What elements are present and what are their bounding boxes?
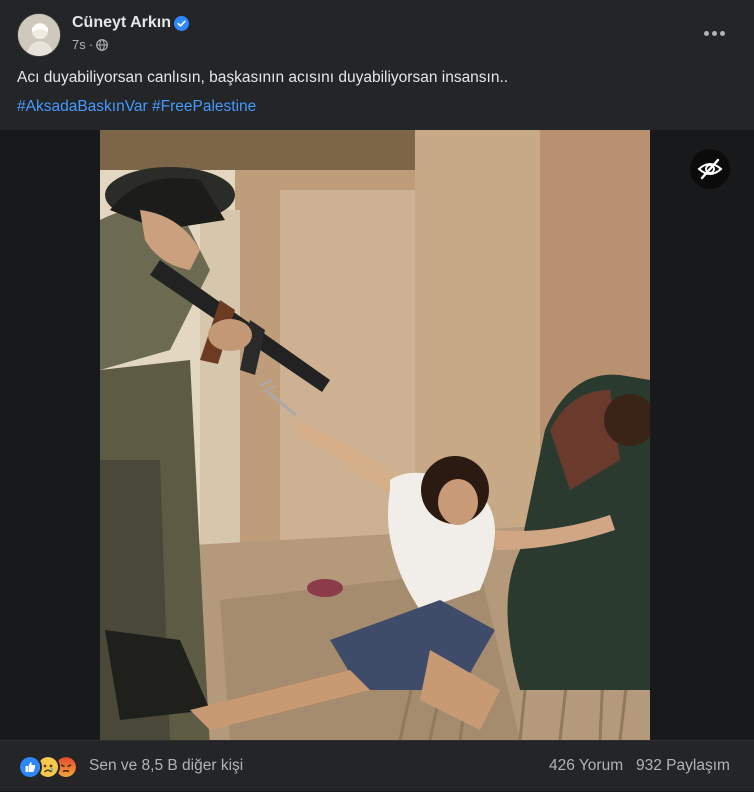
reaction-icons[interactable] (18, 755, 78, 779)
post-text: Acı duyabiliyorsan canlısın, başkasının … (17, 69, 509, 86)
shares-count[interactable]: 932 Paylaşım (636, 757, 730, 775)
comments-count[interactable]: 426 Yorum (549, 757, 623, 775)
post-photo[interactable] (100, 130, 650, 740)
post-media (0, 130, 754, 740)
post-timestamp[interactable]: 7s (72, 37, 86, 52)
hashtag-aksadabaskinvar[interactable]: #AksadaBaskınVar (17, 98, 148, 115)
hashtag-freepalestine[interactable]: #FreePalestine (152, 98, 256, 115)
like-icon (18, 755, 42, 779)
eye-slash-glyph (697, 158, 723, 180)
author-name[interactable]: Cüneyt Arkın (72, 14, 171, 32)
post-hashtags: #AksadaBaskınVar #FreePalestine (17, 97, 256, 117)
author-avatar[interactable] (17, 13, 61, 57)
facebook-post: Cüneyt Arkın 7s · Acı duyabiliyorsan can… (0, 0, 754, 791)
globe-icon[interactable] (96, 38, 108, 51)
meta-separator: · (88, 37, 94, 52)
more-options-icon[interactable] (696, 21, 732, 45)
post-header: Cüneyt Arkın 7s · (0, 0, 754, 64)
avatar-image (18, 14, 60, 56)
reaction-count[interactable]: Sen ve 8,5 B diğer kişi (89, 757, 243, 775)
post-meta: 7s · (72, 37, 108, 52)
post-footer: Sen ve 8,5 B diğer kişi 426 Yorum 932 Pa… (0, 740, 754, 792)
eye-slash-icon[interactable] (690, 149, 730, 189)
verified-badge-icon (174, 16, 189, 31)
